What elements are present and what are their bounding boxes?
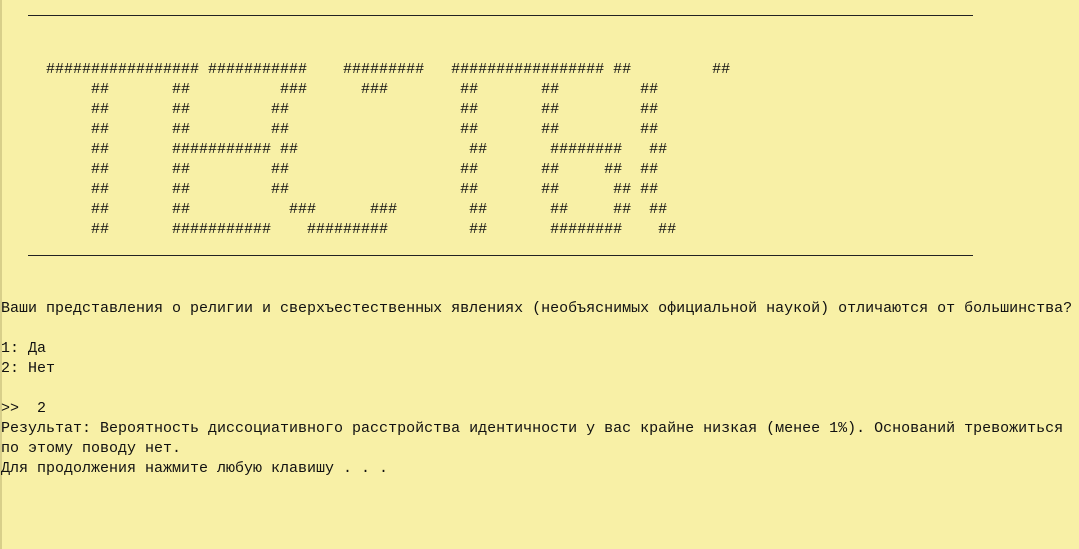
banner-line: ################# ########### ######### … — [1, 61, 731, 78]
banner-line: ## ## ## ## ## ## ## — [1, 181, 659, 198]
top-divider — [28, 15, 973, 16]
option-yes: 1: Да — [1, 340, 47, 357]
banner-line: ## ## ## ## ## ## — [1, 121, 659, 138]
bottom-divider — [28, 255, 973, 256]
result-line-2: по этому поводу нет. — [1, 440, 182, 457]
ascii-banner: ################# ########### ######### … — [1, 60, 730, 240]
console-window: ################# ########### ######### … — [0, 0, 1079, 549]
banner-line: ## ## ## ## ## ## ## — [1, 161, 659, 178]
result-line-1: Результат: Вероятность диссоциативного р… — [1, 420, 1064, 437]
banner-line: ## ## ### ### ## ## ## — [1, 81, 659, 98]
input-prompt[interactable]: >> 2 — [1, 399, 46, 419]
banner-line: ## ## ## ## ## ## — [1, 101, 659, 118]
banner-line: ## ########### ######### ## ######## ## — [1, 221, 677, 238]
banner-line: ## ## ### ### ## ## ## ## — [1, 201, 668, 218]
option-no: 2: Нет — [1, 360, 56, 377]
question-text: Ваши представления о религии и сверхъест… — [1, 300, 1073, 317]
banner-line: ## ########### ## ## ######## ## — [1, 141, 668, 158]
continue-prompt: Для продолжения нажмите любую клавишу . … — [1, 460, 389, 477]
